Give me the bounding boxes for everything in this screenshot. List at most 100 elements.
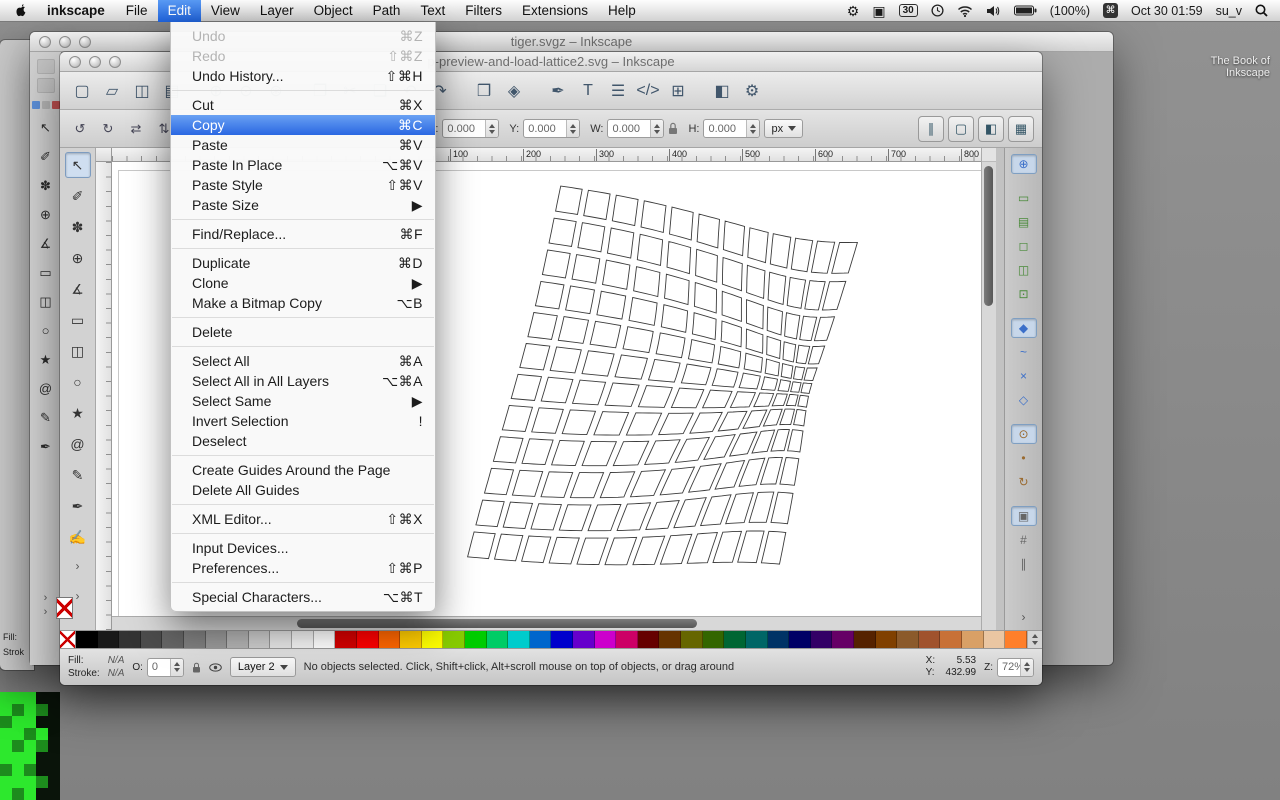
palette-swatch[interactable]: [249, 631, 271, 648]
menu-filters[interactable]: Filters: [455, 0, 512, 22]
menu-edit[interactable]: Edit: [158, 0, 201, 22]
volume-icon[interactable]: [986, 5, 1001, 17]
menu-item-deselect[interactable]: Deselect: [171, 431, 435, 451]
palette-swatch[interactable]: [141, 631, 163, 648]
menu-item-create-guides[interactable]: Create Guides Around the Page: [171, 460, 435, 480]
back-tool-icon[interactable]: ○: [35, 320, 57, 342]
back-tool-icon[interactable]: ▭: [35, 262, 57, 284]
wifi-icon[interactable]: [957, 5, 973, 17]
snap-cusp-nodes[interactable]: ◇: [1011, 390, 1037, 410]
palette-scroll-buttons[interactable]: [1027, 631, 1042, 648]
menu-extensions[interactable]: Extensions: [512, 0, 598, 22]
palette-swatch[interactable]: [940, 631, 962, 648]
menu-item-paste-in-place[interactable]: Paste In Place ⌥⌘V: [171, 155, 435, 175]
back-tool-icon[interactable]: ✒: [35, 436, 57, 458]
palette-swatch[interactable]: [335, 631, 357, 648]
palette-swatch[interactable]: [314, 631, 336, 648]
menu-separator[interactable]: [171, 215, 435, 224]
gear-icon[interactable]: ⚙: [847, 4, 860, 18]
w-stepper[interactable]: [650, 119, 663, 138]
snap-rotation-centers[interactable]: ↻: [1011, 472, 1037, 492]
text-dialog-button[interactable]: T: [574, 77, 602, 105]
toggle-move-gradients[interactable]: ◧: [978, 116, 1004, 142]
layers-dialog-button[interactable]: ☰: [604, 77, 632, 105]
back-tool-icon[interactable]: ↖: [35, 117, 57, 139]
selector-tool[interactable]: ↖: [65, 152, 91, 178]
menu-view[interactable]: View: [201, 0, 250, 22]
menu-item-input-devices[interactable]: Input Devices...: [171, 538, 435, 558]
palette-swatch[interactable]: [832, 631, 854, 648]
menu-item-paste-style[interactable]: Paste Style ⇧⌘V: [171, 175, 435, 195]
palette-swatch[interactable]: [162, 631, 184, 648]
minimize-button[interactable]: [59, 36, 71, 48]
y-stepper[interactable]: [566, 119, 579, 138]
toggle-scale-stroke[interactable]: ∥: [918, 116, 944, 142]
zoom-tool[interactable]: ⊕: [65, 245, 91, 271]
ruler-corner[interactable]: [96, 148, 112, 162]
new-document-button[interactable]: ▢: [68, 77, 96, 105]
battery-days-badge[interactable]: 30: [899, 4, 918, 17]
palette-swatch[interactable]: [465, 631, 487, 648]
pencil-tool[interactable]: ✎: [65, 462, 91, 488]
menu-item-select-same[interactable]: Select Same ▶: [171, 391, 435, 411]
snap-nodes[interactable]: ◆: [1011, 318, 1037, 338]
pen-tool[interactable]: ✒: [65, 493, 91, 519]
palette-swatch[interactable]: [897, 631, 919, 648]
h-stepper[interactable]: [746, 119, 759, 138]
layer-dropdown[interactable]: Layer 2: [230, 657, 296, 677]
x-field[interactable]: 0.000: [442, 119, 499, 138]
opacity-stepper[interactable]: [170, 658, 183, 677]
palette-swatch[interactable]: [422, 631, 444, 648]
palette-swatch[interactable]: [703, 631, 725, 648]
w-field[interactable]: 0.000: [607, 119, 664, 138]
save-document-button[interactable]: ◫: [128, 77, 156, 105]
menu-separator[interactable]: [171, 529, 435, 538]
palette-swatch[interactable]: [98, 631, 120, 648]
tweak-tool[interactable]: ✽: [65, 214, 91, 240]
menu-path[interactable]: Path: [363, 0, 411, 22]
clone-button[interactable]: ◈: [500, 77, 528, 105]
back-tool-icon[interactable]: ✐: [35, 146, 57, 168]
menu-item-xml-editor[interactable]: XML Editor... ⇧⌘X: [171, 509, 435, 529]
palette-swatch[interactable]: [270, 631, 292, 648]
toolbox-expander-icon[interactable]: ›: [76, 588, 80, 604]
h-field[interactable]: 0.000: [703, 119, 760, 138]
snap-bbox-centers[interactable]: ⊡: [1011, 284, 1037, 304]
no-color-swatch[interactable]: [60, 631, 76, 648]
horizontal-scrollbar[interactable]: [112, 616, 981, 630]
palette-swatch[interactable]: [595, 631, 617, 648]
back-palette-expander-icon[interactable]: ›: [44, 605, 48, 619]
back-tool-icon[interactable]: ◫: [35, 291, 57, 313]
menu-separator[interactable]: [171, 578, 435, 587]
user-menu[interactable]: su_v: [1216, 4, 1242, 18]
spotlight-search-icon[interactable]: [1255, 4, 1268, 17]
minimize-button[interactable]: [89, 56, 101, 68]
palette-swatch[interactable]: [1005, 631, 1027, 648]
back-mini-icon-gray[interactable]: [42, 101, 50, 109]
menu-item-clone[interactable]: Clone ▶: [171, 273, 435, 293]
fill-stroke-indicator[interactable]: Fill: N/A Stroke: N/A: [68, 655, 124, 680]
palette-swatch[interactable]: [508, 631, 530, 648]
snap-guides[interactable]: ∥: [1011, 554, 1037, 574]
palette-scroll-up-icon[interactable]: [1032, 634, 1038, 638]
app-menu-inkscape[interactable]: inkscape: [36, 0, 116, 22]
palette-scroll-down-icon[interactable]: [1032, 641, 1038, 645]
back-mini-icon-red[interactable]: [52, 101, 60, 109]
snap-page-border[interactable]: ▣: [1011, 506, 1037, 526]
palette-swatch[interactable]: [789, 631, 811, 648]
menu-item-paste[interactable]: Paste ⌘V: [171, 135, 435, 155]
palette-swatch[interactable]: [616, 631, 638, 648]
snap-master-toggle[interactable]: ⊕: [1011, 154, 1037, 174]
menu-item-duplicate[interactable]: Duplicate ⌘D: [171, 253, 435, 273]
apple-menu[interactable]: [0, 0, 36, 21]
input-source-icon[interactable]: ⌘: [1103, 3, 1118, 18]
zoom-button[interactable]: [79, 36, 91, 48]
menu-item-delete-all-guides[interactable]: Delete All Guides: [171, 480, 435, 500]
display-icon[interactable]: ▣: [872, 4, 885, 18]
menu-text[interactable]: Text: [410, 0, 455, 22]
battery-icon[interactable]: [1014, 5, 1037, 16]
palette-swatch[interactable]: [76, 631, 98, 648]
menu-item-redo[interactable]: Redo ⇧⌘Z: [171, 46, 435, 66]
menu-item-find-replace[interactable]: Find/Replace... ⌘F: [171, 224, 435, 244]
back-tool-icon[interactable]: @: [35, 378, 57, 400]
